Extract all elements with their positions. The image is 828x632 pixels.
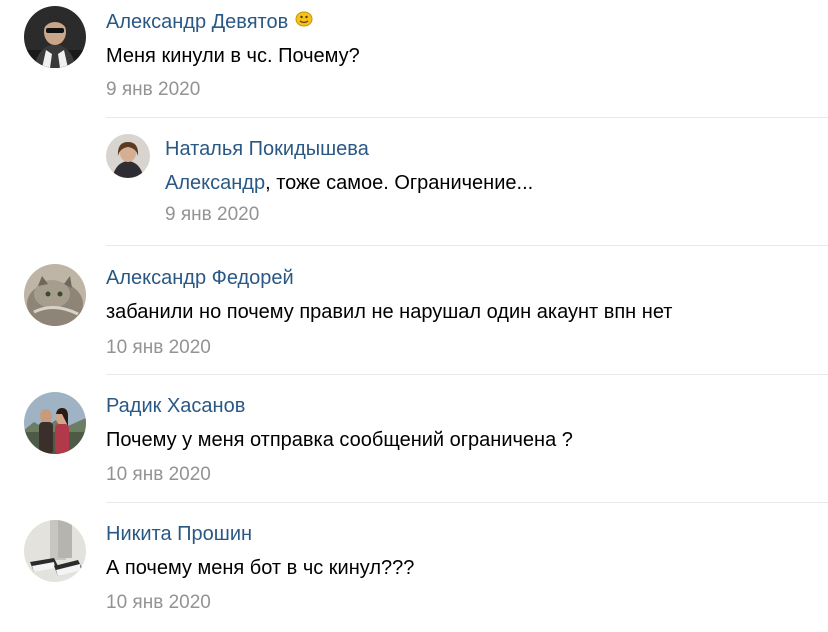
avatar[interactable]: [24, 520, 86, 582]
avatar-photo-icon: [24, 6, 86, 68]
divider: [106, 117, 828, 118]
comment-author-link[interactable]: Радик Хасанов: [106, 394, 245, 418]
mention-link[interactable]: Александр: [165, 172, 265, 194]
smiley-emoji-icon: [294, 10, 314, 28]
author-name[interactable]: Александр Девятов: [106, 10, 288, 34]
comment-author-link[interactable]: Александр Девятов: [106, 10, 314, 34]
comment-text: А почему меня бот в чс кинул???: [106, 557, 415, 579]
avatar[interactable]: [24, 264, 86, 326]
comment-date[interactable]: 10 янв 2020: [106, 463, 211, 487]
avatar[interactable]: [24, 6, 86, 68]
divider: [106, 245, 828, 246]
divider: [106, 502, 828, 503]
comment-text: забанили но почему правил не нарушал оди…: [106, 301, 673, 323]
reply-date[interactable]: 9 янв 2020: [165, 203, 259, 227]
reply-author-link[interactable]: Наталья Покидышева: [165, 137, 369, 161]
divider: [106, 374, 828, 375]
author-name[interactable]: Никита Прошин: [106, 522, 252, 546]
avatar-photo-icon: [24, 264, 86, 326]
avatar-photo-icon: [24, 520, 86, 582]
comment-text: Почему у меня отправка сообщений огранич…: [106, 429, 573, 451]
reply-body: , тоже самое. Ограничение...: [265, 172, 534, 194]
avatar-photo-icon: [24, 392, 86, 454]
avatar-photo-icon: [106, 134, 150, 178]
comment-author-link[interactable]: Александр Федорей: [106, 266, 294, 290]
author-name[interactable]: Радик Хасанов: [106, 394, 245, 418]
reply-text: Александр, тоже самое. Ограничение...: [165, 171, 533, 195]
avatar[interactable]: [24, 392, 86, 454]
author-name[interactable]: Наталья Покидышева: [165, 137, 369, 161]
comment-date[interactable]: 10 янв 2020: [106, 591, 211, 615]
comment-date[interactable]: 9 янв 2020: [106, 78, 200, 102]
reply-avatar[interactable]: [106, 134, 150, 178]
comment-text: Меня кинули в чс. Почему?: [106, 45, 360, 67]
comment-author-link[interactable]: Никита Прошин: [106, 522, 252, 546]
author-name[interactable]: Александр Федорей: [106, 266, 294, 290]
comment-date[interactable]: 10 янв 2020: [106, 336, 211, 360]
